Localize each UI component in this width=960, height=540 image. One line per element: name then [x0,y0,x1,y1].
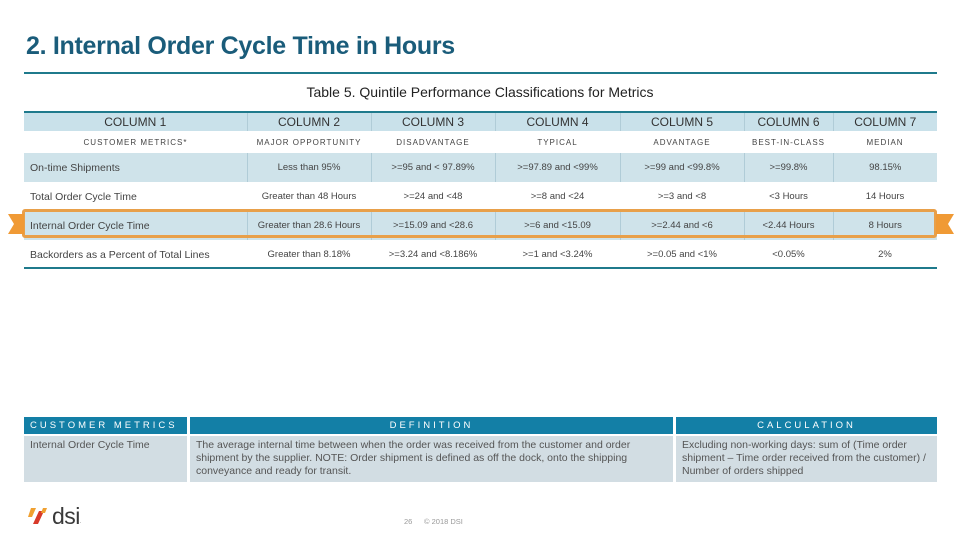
table-row: On-time Shipments Less than 95% >=95 and… [24,153,937,182]
table-caption: Table 5. Quintile Performance Classifica… [306,84,654,100]
calculation-text-cell: Excluding non-working days: sum of (Time… [676,436,937,482]
column-subheader: MAJOR OPPORTUNITY [247,131,371,153]
table-cell: >=95 and < 97.89% [370,153,495,182]
table-cell: 8 Hours [832,211,937,240]
title-divider [24,72,937,74]
column-header: COLUMN 3 [370,113,495,131]
ribbon-right-icon [936,214,954,234]
table-cell: >=3 and <8 [620,182,744,211]
metric-name-cell: Internal Order Cycle Time [24,211,247,240]
column-header: COLUMN 5 [619,113,744,131]
definition-header-calculation: CALCULATION [676,417,937,434]
definition-header-metrics: CUSTOMER METRICS [24,417,187,434]
table-row: Backorders as a Percent of Total Lines G… [24,240,937,269]
metric-name-cell: Total Order Cycle Time [24,182,247,211]
table-cell: >=2.44 and <6 [619,211,744,240]
table-header-row: COLUMN 1 COLUMN 2 COLUMN 3 COLUMN 4 COLU… [24,113,937,131]
column-subheader: TYPICAL [495,131,620,153]
table-cell: >=24 and <48 [371,182,495,211]
column-header: COLUMN 7 [832,113,937,131]
column-header: COLUMN 1 [24,113,247,131]
page-title: 2. Internal Order Cycle Time in Hours [26,32,455,60]
table-cell: Greater than 28.6 Hours [246,211,371,240]
column-subheader: DISADVANTAGE [371,131,495,153]
copyright: © 2018 DSI [424,517,463,526]
column-subheader: CUSTOMER METRICS* [24,131,247,153]
table-cell: >=6 and <15.09 [494,211,620,240]
column-subheader: ADVANTAGE [620,131,744,153]
metric-name-cell: On-time Shipments [24,153,247,182]
table-cell: >=0.05 and <1% [620,240,744,269]
metric-name-cell: Backorders as a Percent of Total Lines [24,240,247,269]
column-header: COLUMN 4 [494,113,620,131]
column-subheader: BEST-IN-CLASS [744,131,833,153]
table-cell: >=8 and <24 [495,182,620,211]
table-cell: >=97.89 and <99% [494,153,620,182]
table-cell: 14 Hours [833,182,937,211]
table-cell: >=99 and <99.8% [619,153,744,182]
definition-header-definition: DEFINITION [190,417,673,434]
table-row: Total Order Cycle Time Greater than 48 H… [24,182,937,211]
ribbon-left-icon [8,214,24,234]
table-cell: >=3.24 and <8.186% [371,240,495,269]
table-cell: Less than 95% [246,153,371,182]
logo-mark-icon [28,508,47,524]
definition-metric-cell: Internal Order Cycle Time [24,436,187,482]
table-bottom-rule [24,267,937,269]
table-cell: Greater than 8.18% [247,240,371,269]
column-header: COLUMN 2 [246,113,371,131]
table-subheader-row: CUSTOMER METRICS* MAJOR OPPORTUNITY DISA… [24,131,937,153]
table-cell: <2.44 Hours [743,211,833,240]
table-cell: <0.05% [744,240,833,269]
dsi-logo: dsi . [28,503,82,529]
table-cell: >=1 and <3.24% [495,240,620,269]
logo-dot: . [79,519,82,525]
definition-table: CUSTOMER METRICS DEFINITION CALCULATION … [24,417,937,482]
column-header: COLUMN 6 [743,113,833,131]
column-subheader: MEDIAN [833,131,937,153]
table-row-highlighted: Internal Order Cycle Time Greater than 2… [24,211,937,240]
performance-table: COLUMN 1 COLUMN 2 COLUMN 3 COLUMN 4 COLU… [24,113,937,269]
page-number: 26 [404,517,413,526]
table-cell: 98.15% [832,153,937,182]
table-cell: >=99.8% [743,153,833,182]
table-cell: <3 Hours [744,182,833,211]
definition-text-cell: The average internal time between when t… [190,436,673,482]
table-cell: 2% [833,240,937,269]
table-cell: Greater than 48 Hours [247,182,371,211]
table-cell: >=15.09 and <28.6 [370,211,495,240]
logo-text: dsi [52,503,80,529]
